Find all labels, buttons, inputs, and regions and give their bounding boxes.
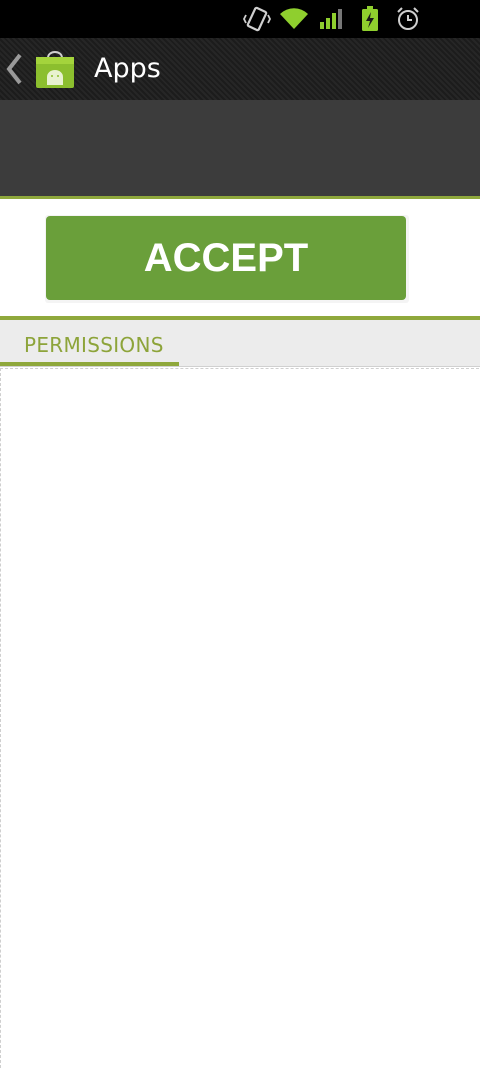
alarm-icon <box>394 0 422 38</box>
tab-permissions[interactable]: PERMISSIONS <box>0 320 179 366</box>
page-title: Apps <box>94 53 161 84</box>
battery-charging-icon <box>358 0 382 38</box>
tab-permissions-label: PERMISSIONS <box>24 333 164 357</box>
permissions-content <box>0 368 479 1068</box>
market-bag-icon[interactable] <box>34 48 76 90</box>
chevron-left-icon[interactable] <box>4 52 24 86</box>
header-divider <box>0 196 480 199</box>
status-bar <box>0 0 480 38</box>
app-header-panel <box>0 100 480 196</box>
signal-icon <box>318 0 346 38</box>
wifi-icon <box>278 0 310 38</box>
tab-selected-indicator <box>0 362 179 366</box>
action-bar: Apps <box>0 38 480 100</box>
accept-button[interactable]: ACCEPT <box>46 216 406 300</box>
vibrate-icon <box>242 0 272 38</box>
